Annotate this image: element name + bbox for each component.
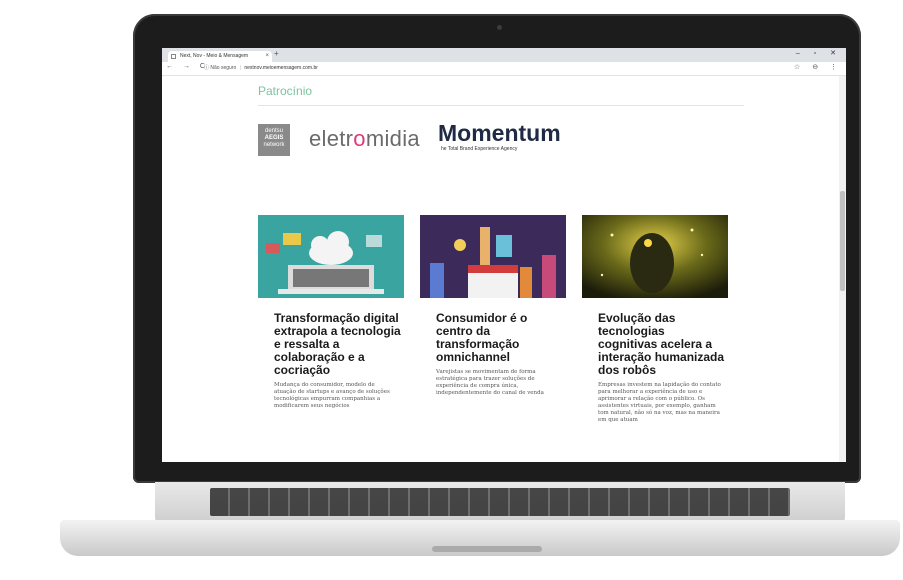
window-controls[interactable]: – ▫ ✕ [796,49,842,57]
scrollbar-thumb[interactable] [840,191,845,291]
dentsu-line3: network [263,142,285,148]
camera-icon [497,25,502,30]
page-content: Patrocínio dentsu AEGIS network eletromi… [162,76,838,462]
eletro-text-a: eletr [309,126,354,151]
eletro-text-b: midia [365,126,420,151]
eletromidia-logo[interactable]: eletromidia [309,126,420,152]
storefront-image[interactable] [420,215,566,298]
url-field[interactable]: ⓘ Não seguro | nextnov.meioemensagem.com… [204,63,318,73]
article-card[interactable]: Evolução das tecnologias cognitivas acel… [582,215,728,424]
dentsu-line2: AEGIS [264,135,284,141]
article-summary: Varejistas se movimentam de forma estrat… [436,369,544,396]
tab-title: Next, Nov - Meio & Mensagem [180,53,249,59]
article-headline[interactable]: Consumidor é o centro da transformação o… [436,312,564,364]
nav-buttons[interactable]: ← → C [166,63,209,70]
robot-head-image[interactable] [582,215,728,298]
article-summary: Mudança do consumidor, modelo de atuação… [274,382,390,409]
new-tab-button[interactable]: + [274,49,279,58]
divider [258,105,744,106]
article-headline[interactable]: Evolução das tecnologias cognitivas acel… [598,312,726,377]
article-card[interactable]: Transformação digital extrapola a tecnol… [258,215,404,410]
eletro-text-o: o [353,126,366,151]
security-indicator[interactable]: ⓘ Não seguro [204,65,236,71]
browser-tab[interactable]: Next, Nov - Meio & Mensagem × [168,51,272,62]
article-headline[interactable]: Transformação digital extrapola a tecnol… [274,312,402,377]
close-tab-icon[interactable]: × [265,51,269,62]
article-card[interactable]: Consumidor é o centro da transformação o… [420,215,566,397]
scrollbar[interactable] [839,76,846,462]
dentsu-logo[interactable]: dentsu AEGIS network [258,124,290,156]
toolbar-icons[interactable]: ☆ ⊖ ⋮ [794,63,842,71]
url-text[interactable]: nextnov.meioemensagem.com.br [244,65,318,71]
sponsor-heading: Patrocínio [258,84,313,98]
tab-bar: Next, Nov - Meio & Mensagem × + – ▫ ✕ [162,48,846,62]
momentum-tagline: he Total Brand Experience Agency [441,146,518,152]
momentum-logo[interactable]: Momentum [438,120,561,147]
keyboard [210,488,790,516]
page-icon [171,54,176,59]
browser-window: Next, Nov - Meio & Mensagem × + – ▫ ✕ ← … [162,48,846,462]
address-bar-row: ← → C ⓘ Não seguro | nextnov.meioemensag… [162,62,846,76]
url-separator: | [239,65,241,71]
laptop-notch [432,546,542,552]
article-summary: Empresas investem na lapidação do contat… [598,382,721,423]
dentsu-line1: dentsu [264,128,283,134]
cloud-laptop-image[interactable] [258,215,404,298]
